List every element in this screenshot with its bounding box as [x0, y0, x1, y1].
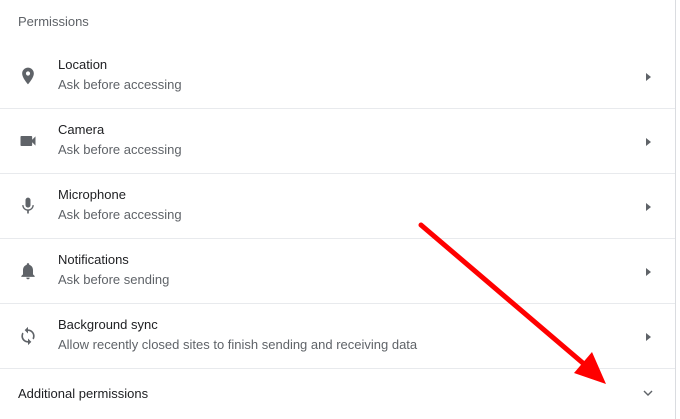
chevron-right-icon [642, 330, 654, 342]
permission-title: Location [58, 57, 108, 72]
permission-title: Background sync [58, 317, 158, 332]
permission-row-background-sync[interactable]: Background sync Allow recently closed si… [0, 304, 675, 369]
camera-icon [18, 131, 38, 151]
chevron-right-icon [642, 200, 654, 212]
location-pin-icon [18, 66, 38, 86]
permission-row-camera[interactable]: Camera Ask before accessing [0, 109, 675, 174]
additional-permissions-toggle[interactable]: Additional permissions [0, 369, 675, 419]
permission-title: Microphone [58, 187, 126, 202]
permission-subtitle: Ask before accessing [58, 207, 182, 222]
permission-subtitle: Ask before accessing [58, 77, 182, 92]
permission-row-microphone[interactable]: Microphone Ask before accessing [0, 174, 675, 239]
permissions-panel: Permissions Location Ask before accessin… [0, 0, 676, 419]
permission-row-location[interactable]: Location Ask before accessing [0, 44, 675, 109]
bell-icon [18, 261, 38, 281]
microphone-icon [18, 196, 38, 216]
permission-title: Camera [58, 122, 105, 137]
additional-permissions-label: Additional permissions [18, 386, 149, 401]
permission-subtitle: Ask before accessing [58, 142, 182, 157]
chevron-right-icon [642, 265, 654, 277]
chevron-down-icon[interactable] [641, 387, 655, 401]
sync-icon [18, 326, 38, 346]
permission-row-notifications[interactable]: Notifications Ask before sending [0, 239, 675, 304]
chevron-right-icon [642, 135, 654, 147]
section-title: Permissions [18, 14, 89, 29]
permission-subtitle: Ask before sending [58, 272, 170, 287]
permission-title: Notifications [58, 252, 129, 267]
permission-subtitle: Allow recently closed sites to finish se… [58, 337, 418, 352]
chevron-right-icon [642, 70, 654, 82]
